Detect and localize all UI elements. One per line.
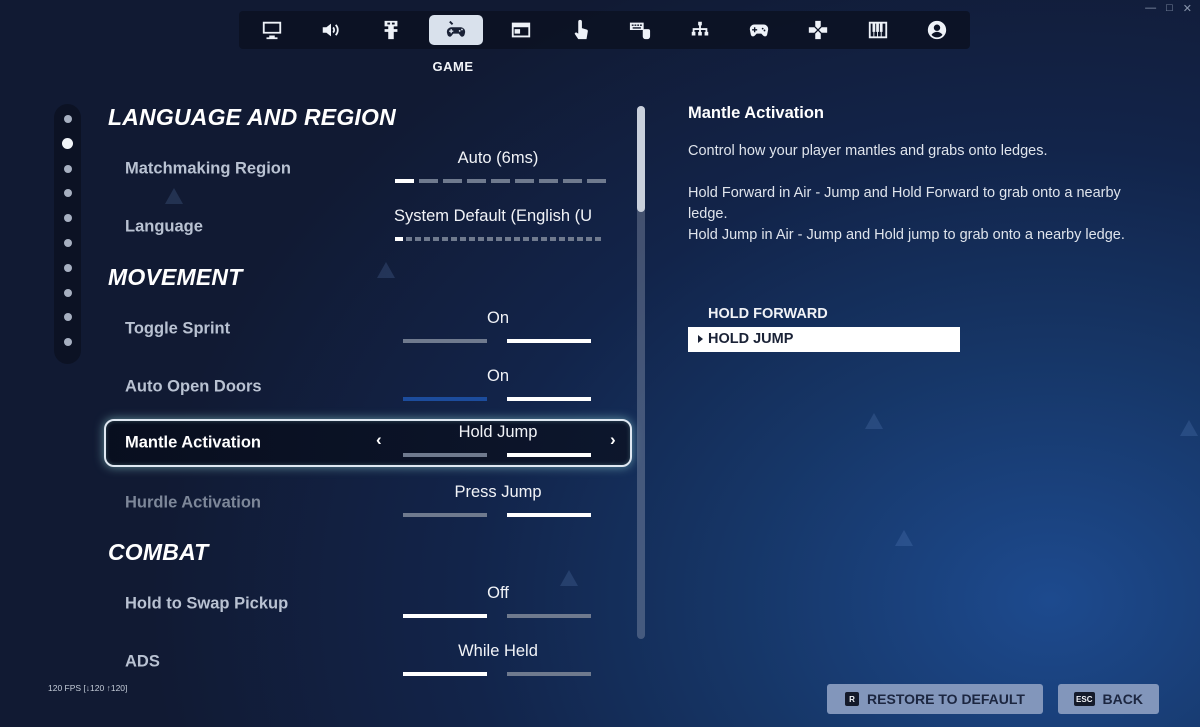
settings-scrollbar[interactable] bbox=[637, 106, 645, 639]
setting-auto-open-doors[interactable]: Auto Open Doors On bbox=[104, 363, 632, 411]
setting-label: Toggle Sprint bbox=[125, 319, 231, 338]
option-indicator bbox=[403, 672, 591, 676]
description-line-hold-forward: Hold Forward in Air - Jump and Hold Forw… bbox=[688, 185, 1121, 222]
setting-value: Press Jump bbox=[454, 483, 542, 501]
tab-account[interactable] bbox=[916, 15, 958, 45]
minimize-icon[interactable]: — bbox=[1145, 2, 1156, 15]
setting-value: Hold Jump bbox=[458, 423, 538, 441]
tab-controller[interactable] bbox=[738, 15, 780, 45]
background-shape bbox=[865, 413, 883, 429]
section-title-language-region: LANGUAGE AND REGION bbox=[108, 104, 396, 130]
window-controls: — □ ✕ bbox=[1145, 2, 1192, 15]
settings-list: LANGUAGE AND REGION Matchmaking Region A… bbox=[0, 0, 640, 727]
setting-hurdle-activation[interactable]: Hurdle Activation Press Jump bbox=[104, 479, 632, 527]
setting-value: On bbox=[486, 367, 509, 385]
option-indicator bbox=[403, 453, 591, 457]
setting-label: Matchmaking Region bbox=[125, 159, 291, 178]
setting-label: Hold to Swap Pickup bbox=[125, 594, 289, 613]
setting-value: While Held bbox=[458, 642, 538, 660]
setting-matchmaking-region[interactable]: Matchmaking Region Auto (6ms) bbox=[104, 145, 632, 193]
description-intro: Control how your player mantles and grab… bbox=[688, 143, 1048, 159]
key-hint-r: R bbox=[845, 692, 860, 706]
setting-label: Auto Open Doors bbox=[125, 377, 262, 396]
option-indicator bbox=[395, 179, 606, 183]
dpad-icon bbox=[809, 20, 828, 40]
tab-controller-bindings[interactable] bbox=[797, 15, 839, 45]
setting-label: ADS bbox=[125, 652, 160, 671]
setting-value: Off bbox=[487, 584, 509, 602]
option-indicator bbox=[403, 614, 591, 618]
gamepad-icon bbox=[749, 24, 769, 37]
scrollbar-thumb[interactable] bbox=[637, 106, 645, 212]
setting-ads[interactable]: ADS While Held bbox=[104, 638, 632, 686]
option-indicator bbox=[403, 339, 591, 343]
option-indicator bbox=[395, 237, 601, 241]
background-shape bbox=[1180, 420, 1198, 436]
setting-value: System Default (English (U bbox=[394, 207, 593, 225]
section-title-combat: COMBAT bbox=[108, 539, 209, 565]
key-hint-esc: ESC bbox=[1074, 692, 1095, 706]
setting-value: On bbox=[486, 309, 509, 327]
fps-counter: 120 FPS [↓120 ↑120] bbox=[48, 683, 128, 693]
tab-controller-layout[interactable] bbox=[679, 15, 721, 45]
chevron-left-icon[interactable]: ‹ bbox=[376, 430, 382, 450]
description-line-hold-jump: Hold Jump in Air - Jump and Hold jump to… bbox=[688, 227, 1125, 243]
setting-label: Mantle Activation bbox=[125, 433, 261, 452]
description-title: Mantle Activation bbox=[688, 104, 824, 122]
maximize-icon[interactable]: □ bbox=[1166, 2, 1173, 15]
option-indicator bbox=[403, 397, 591, 401]
tab-festival[interactable] bbox=[857, 15, 899, 45]
background-shape bbox=[895, 530, 913, 546]
close-icon[interactable]: ✕ bbox=[1183, 2, 1192, 15]
back-label: BACK bbox=[1102, 691, 1143, 707]
setting-label: Hurdle Activation bbox=[125, 493, 261, 512]
hierarchy-icon bbox=[691, 21, 708, 36]
back-button[interactable]: ESC BACK bbox=[1058, 684, 1159, 714]
setting-value: Auto (6ms) bbox=[457, 149, 539, 167]
option-hold-forward[interactable]: HOLD FORWARD bbox=[688, 302, 960, 327]
option-indicator bbox=[403, 513, 591, 517]
restore-default-button[interactable]: R RESTORE TO DEFAULT bbox=[827, 684, 1043, 714]
setting-language[interactable]: Language System Default (English (U bbox=[104, 203, 632, 251]
chevron-right-icon[interactable]: › bbox=[610, 430, 616, 450]
setting-mantle-activation[interactable]: Mantle Activation ‹ Hold Jump › bbox=[104, 419, 632, 467]
setting-label: Language bbox=[125, 217, 203, 236]
setting-toggle-sprint[interactable]: Toggle Sprint On bbox=[104, 305, 632, 353]
section-title-movement: MOVEMENT bbox=[108, 264, 243, 290]
account-icon bbox=[927, 20, 947, 40]
piano-keys-icon bbox=[868, 21, 887, 39]
restore-default-label: RESTORE TO DEFAULT bbox=[867, 691, 1025, 707]
option-hold-jump[interactable]: HOLD JUMP bbox=[688, 327, 960, 352]
setting-hold-to-swap-pickup[interactable]: Hold to Swap Pickup Off bbox=[104, 580, 632, 628]
